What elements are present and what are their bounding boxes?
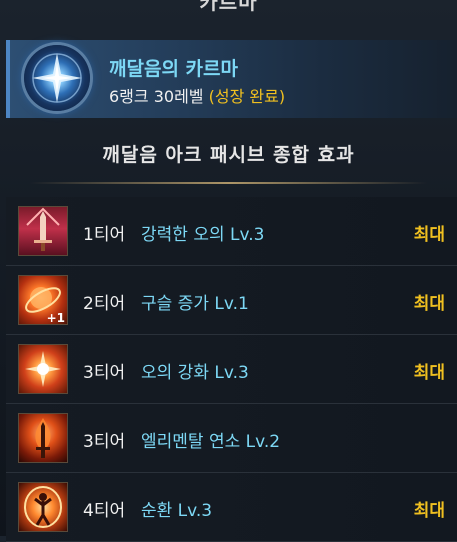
karma-rank: 6랭크 30레벨 (성장 완료): [109, 83, 285, 107]
header-divider: [30, 182, 427, 184]
skill-name: 순환 Lv.3: [141, 501, 213, 521]
tier-label: 4티어: [83, 501, 126, 521]
karma-rank-text: 6랭크 30레벨: [109, 87, 204, 106]
skill-name: 강력한 오의 Lv.3: [141, 225, 265, 245]
orb-icon: +1: [18, 275, 68, 325]
tier-label: 3티어: [83, 432, 126, 452]
passive-row[interactable]: 4티어 순환 Lv.3 최대: [6, 473, 457, 542]
skill-name: 구슬 증가 Lv.1: [141, 294, 249, 314]
window-title: 카르마: [199, 0, 258, 14]
max-badge: 최대: [413, 363, 445, 383]
compass-star-icon: [24, 45, 90, 111]
skill-name: 엘리멘탈 연소 Lv.2: [141, 432, 281, 452]
sword-icon: [18, 206, 68, 256]
passive-list: 1티어 강력한 오의 Lv.3 최대 +1 2티어 구슬 증가 Lv.1 최대 …: [6, 197, 457, 542]
max-badge: 최대: [413, 501, 445, 521]
passive-row[interactable]: 3티어 엘리멘탈 연소 Lv.2: [6, 404, 457, 473]
section-header: 깨달음 아크 패시브 종합 효과: [102, 144, 355, 166]
tier-label: 3티어: [83, 363, 126, 383]
burst-icon: [18, 344, 68, 394]
tier-label: 1티어: [83, 225, 126, 245]
skill-name: 오의 강화 Lv.3: [141, 363, 249, 383]
max-badge: 최대: [413, 294, 445, 314]
karma-growth-status: (성장 완료): [208, 87, 286, 106]
figure-aura-icon: [18, 482, 68, 532]
max-badge: 최대: [413, 225, 445, 245]
passive-row[interactable]: +1 2티어 구슬 증가 Lv.1 최대: [6, 266, 457, 335]
karma-name: 깨달음의 카르마: [109, 58, 238, 80]
karma-card: 깨달음의 카르마 6랭크 30레벨 (성장 완료): [6, 40, 457, 118]
passive-row[interactable]: 3티어 오의 강화 Lv.3 최대: [6, 335, 457, 404]
flame-sword-icon: [18, 413, 68, 463]
tier-label: 2티어: [83, 294, 126, 314]
orb-count-badge: +1: [46, 311, 65, 325]
passive-row[interactable]: 1티어 강력한 오의 Lv.3 최대: [6, 197, 457, 266]
